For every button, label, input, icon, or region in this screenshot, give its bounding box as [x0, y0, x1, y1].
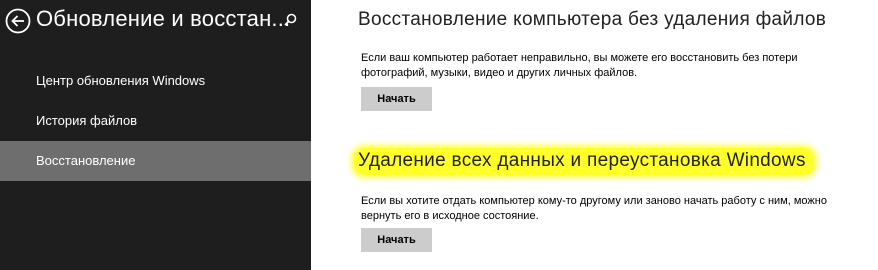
search-button[interactable] [280, 11, 300, 31]
description-line: Если ваш компьютер работает неправильно,… [361, 52, 798, 64]
sidebar-item-label: История файлов [36, 113, 138, 128]
sidebar-item-label: Восстановление [36, 153, 136, 168]
reset-start-button[interactable]: Начать [361, 228, 432, 252]
main-content: Восстановление компьютера без удаления ф… [311, 0, 878, 270]
search-icon [284, 13, 297, 26]
sidebar-item-windows-update[interactable]: Центр обновления Windows [0, 61, 311, 101]
section-description-refresh: Если ваш компьютер работает неправильно,… [361, 51, 861, 81]
back-arrow-circle-icon [5, 8, 31, 34]
page-title: Обновление и восстан... [36, 6, 291, 31]
sidebar-header: Обновление и восстан... [0, 0, 311, 46]
sidebar: Обновление и восстан... Центр обновления… [0, 0, 311, 270]
refresh-start-button[interactable]: Начать [361, 87, 432, 111]
sidebar-item-recovery[interactable]: Восстановление [0, 141, 311, 181]
section-description-reset: Если вы хотите отдать компьютер кому-то … [361, 194, 861, 224]
description-line: Если вы хотите отдать компьютер кому-то … [361, 195, 827, 207]
description-line: вернуть его в исходное состояние. [361, 210, 539, 222]
sidebar-item-file-history[interactable]: История файлов [0, 101, 311, 141]
description-line: фотографий, музыки, видео и других личны… [361, 67, 638, 79]
settings-window: Обновление и восстан... Центр обновления… [0, 0, 878, 270]
highlight-marker: Удаление всех данных и переустановка Win… [354, 148, 814, 175]
back-button[interactable] [4, 7, 32, 35]
section-title-reset: Удаление всех данных и переустановка Win… [354, 148, 814, 175]
sidebar-item-label: Центр обновления Windows [36, 73, 206, 88]
section-title-refresh: Восстановление компьютера без удаления ф… [358, 9, 827, 30]
